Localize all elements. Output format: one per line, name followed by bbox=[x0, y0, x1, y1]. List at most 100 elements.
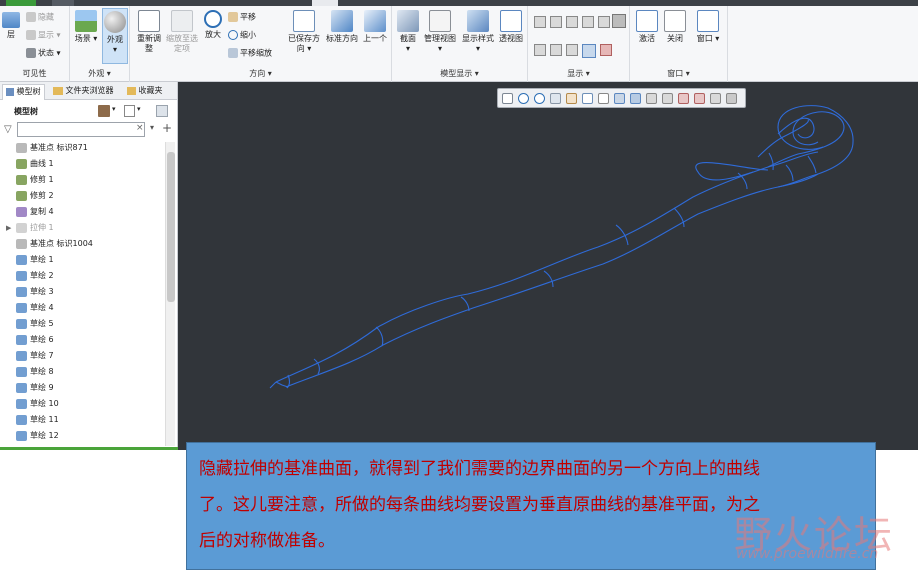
tree-item[interactable]: 基准点 标识1004 bbox=[0, 236, 164, 252]
perspective-button[interactable]: 透视图 bbox=[496, 10, 526, 44]
close-label: 关闭 bbox=[667, 34, 683, 43]
zoom-out-label: 缩小 bbox=[240, 30, 256, 40]
tree-item[interactable]: 草绘 11 bbox=[0, 412, 164, 428]
csys-tag-icon[interactable] bbox=[582, 44, 596, 58]
saved-orientations-button[interactable]: 已保存方 向 ▾ bbox=[286, 10, 322, 54]
tree-item[interactable]: 草绘 1 bbox=[0, 252, 164, 268]
sidebar-tabs: 模型树 文件夹浏览器 收藏夹 bbox=[0, 82, 177, 100]
tree-item[interactable]: 草绘 8 bbox=[0, 364, 164, 380]
standard-orientation-button[interactable]: 标准方向 bbox=[324, 10, 360, 44]
expand-arrow-icon[interactable]: ▶ bbox=[6, 220, 11, 236]
sketch-icon bbox=[16, 399, 27, 409]
sketch-icon bbox=[16, 335, 27, 345]
layer-button[interactable]: 层 bbox=[2, 12, 20, 40]
tree-item[interactable]: 草绘 4 bbox=[0, 300, 164, 316]
section-icon bbox=[397, 10, 419, 32]
tree-item[interactable]: 草绘 10 bbox=[0, 396, 164, 412]
tab-favorites[interactable]: 收藏夹 bbox=[124, 84, 166, 100]
activate-button[interactable]: 激活 bbox=[634, 10, 660, 44]
pan-button[interactable]: 平移 bbox=[228, 12, 256, 23]
point-tag-icon[interactable] bbox=[566, 44, 578, 56]
tree-item[interactable]: 复制 4 bbox=[0, 204, 164, 220]
axis-tag-icon[interactable] bbox=[550, 44, 562, 56]
tree-item-label: 草绘 3 bbox=[30, 287, 54, 296]
tree-item-label: 修剪 1 bbox=[30, 175, 54, 184]
tree-item[interactable]: 草绘 6 bbox=[0, 332, 164, 348]
tree-item[interactable]: 草绘 2 bbox=[0, 268, 164, 284]
curve-upper-rail bbox=[275, 151, 819, 383]
previous-button[interactable]: 上一个 bbox=[360, 10, 390, 44]
close-button[interactable]: 关闭 bbox=[662, 10, 688, 44]
tree-item[interactable]: 草绘 3 bbox=[0, 284, 164, 300]
tree-settings-dropdown-icon[interactable]: ▾ bbox=[112, 105, 116, 113]
add-filter-icon[interactable]: + bbox=[162, 121, 172, 135]
section-curve-3 bbox=[375, 326, 384, 347]
hide-label: 隐藏 bbox=[38, 12, 54, 22]
tag-display-icon[interactable] bbox=[612, 14, 626, 28]
tree-item[interactable]: 曲线 1 bbox=[0, 156, 164, 172]
tree-item[interactable]: ▶ 拉伸 1 bbox=[0, 220, 164, 236]
ribbon: 层 隐藏 显示 ▾ 状态 ▾ 可见性 场景 ▾ 外观▾ 外观 ▾ 重新调 整 bbox=[0, 6, 918, 82]
spin-center-icon[interactable] bbox=[600, 44, 612, 56]
status-button[interactable]: 状态 ▾ bbox=[26, 48, 61, 59]
zoom-in-button[interactable]: 放大 bbox=[200, 10, 226, 40]
axis-display-icon[interactable] bbox=[550, 16, 562, 28]
copy-icon bbox=[16, 207, 27, 217]
tree-item[interactable]: 草绘 12 bbox=[0, 428, 164, 444]
show-icon bbox=[26, 30, 36, 40]
zoom-to-selected-button[interactable]: 缩放至选 定项 bbox=[166, 10, 198, 54]
tree-scrollbar[interactable] bbox=[165, 142, 175, 446]
tree-item[interactable]: 基准点 标识871 bbox=[0, 140, 164, 156]
csys-display-icon[interactable] bbox=[582, 16, 594, 28]
tree-item-label: 草绘 8 bbox=[30, 367, 54, 376]
plane-display-icon[interactable] bbox=[534, 16, 546, 28]
trim-icon bbox=[16, 175, 27, 185]
pan-zoom-button[interactable]: 平移缩放 bbox=[228, 48, 272, 59]
tree-columns-dropdown-icon[interactable]: ▾ bbox=[137, 105, 141, 113]
group-orientation: 重新调 整 缩放至选 定项 放大 平移 缩小 平移缩放 已保存方 向 ▾ 标准方… bbox=[130, 6, 392, 82]
annotation-display-icon[interactable] bbox=[598, 16, 610, 28]
tree-item[interactable]: 草绘 5 bbox=[0, 316, 164, 332]
tab-model-tree[interactable]: 模型树 bbox=[2, 84, 45, 100]
graphics-viewport[interactable] bbox=[178, 82, 918, 450]
windows-button[interactable]: 窗口 ▾ bbox=[692, 10, 724, 44]
pan-zoom-label: 平移缩放 bbox=[240, 48, 272, 58]
point-display-icon[interactable] bbox=[566, 16, 578, 28]
pan-label: 平移 bbox=[240, 12, 256, 22]
search-dropdown-icon[interactable]: ▾ bbox=[150, 123, 154, 132]
tree-filter-icon[interactable] bbox=[156, 105, 168, 117]
tree-item[interactable]: 草绘 9 bbox=[0, 380, 164, 396]
tree-item-label: 草绘 4 bbox=[30, 303, 54, 312]
zoom-in-label: 放大 bbox=[205, 30, 221, 39]
forum-watermark: 野火论坛 www.proewildfire.cn bbox=[730, 500, 910, 570]
model-tree-panel: 模型树 文件夹浏览器 收藏夹 模型树 ▾ ▾ ▽ × ▾ + 基准点 标识871… bbox=[0, 82, 178, 450]
hide-icon bbox=[26, 12, 36, 22]
display-style-icon bbox=[467, 10, 489, 32]
tree-settings-icon[interactable] bbox=[98, 105, 110, 117]
show-button[interactable]: 显示 ▾ bbox=[26, 30, 61, 41]
appearance-button[interactable]: 外观 ▾ bbox=[102, 8, 128, 64]
clear-search-icon[interactable]: × bbox=[136, 123, 144, 133]
tree-columns-icon[interactable] bbox=[124, 105, 135, 117]
tree-item-label: 复制 4 bbox=[30, 207, 54, 216]
plane-tag-icon[interactable] bbox=[534, 44, 546, 56]
sketch-icon bbox=[16, 367, 27, 377]
section-button[interactable]: 截面 ▾ bbox=[396, 10, 420, 54]
perspective-label: 透视图 bbox=[499, 34, 523, 43]
tab-folder-browser[interactable]: 文件夹浏览器 bbox=[50, 84, 117, 100]
curve-spiral-loop bbox=[757, 119, 809, 158]
refit-button[interactable]: 重新调 整 bbox=[134, 10, 164, 54]
display-style-button[interactable]: 显示样式 ▾ bbox=[460, 10, 496, 54]
tree-item[interactable]: 修剪 2 bbox=[0, 188, 164, 204]
layers-icon bbox=[2, 12, 20, 28]
tree-item[interactable]: 修剪 1 bbox=[0, 172, 164, 188]
hide-button[interactable]: 隐藏 bbox=[26, 12, 54, 23]
tab-folder-browser-label: 文件夹浏览器 bbox=[65, 86, 114, 95]
zoom-out-button[interactable]: 缩小 bbox=[228, 30, 256, 41]
tree-item-label: 草绘 11 bbox=[30, 415, 59, 424]
manage-views-button[interactable]: 管理视图 ▾ bbox=[422, 10, 458, 54]
tree-search-input[interactable] bbox=[17, 122, 145, 137]
scene-button[interactable]: 场景 ▾ bbox=[74, 10, 98, 44]
tree-scrollbar-thumb[interactable] bbox=[167, 152, 175, 302]
tree-item[interactable]: 草绘 7 bbox=[0, 348, 164, 364]
